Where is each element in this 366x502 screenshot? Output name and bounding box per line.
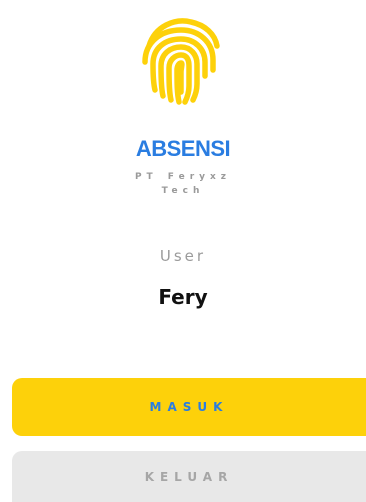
user-label: User <box>159 247 207 265</box>
company-name: PT Feryxz Tech <box>134 172 232 196</box>
app-title: ABSENSI <box>135 136 231 161</box>
masuk-button[interactable]: MASUK <box>12 378 366 436</box>
fingerprint-icon <box>135 12 229 106</box>
keluar-button[interactable]: KELUAR <box>12 451 366 502</box>
user-name: Fery <box>158 285 208 309</box>
